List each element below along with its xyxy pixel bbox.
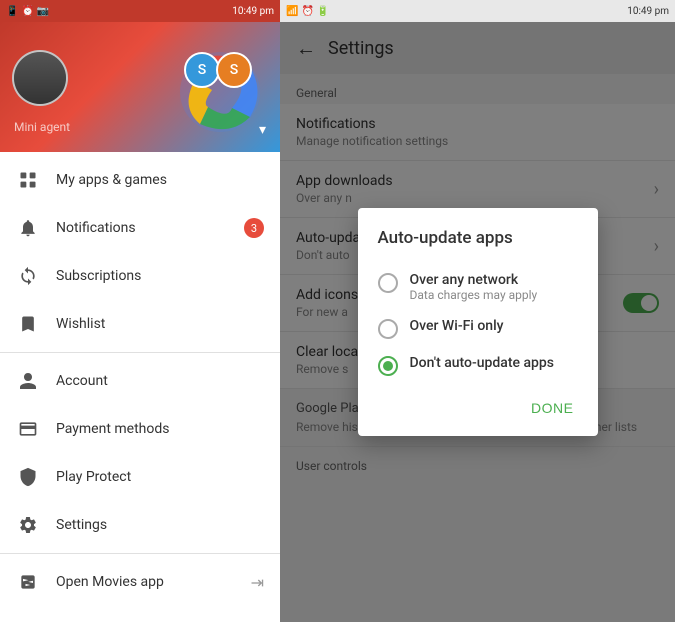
drawer-header: S S Mini agent ▾ (0, 22, 280, 152)
sidebar-item-payment[interactable]: Payment methods (0, 405, 280, 453)
sidebar-item-protect[interactable]: Play Protect (0, 453, 280, 501)
settings-label: Settings (56, 517, 264, 533)
wishlist-label: Wishlist (56, 316, 264, 332)
account-dropdown-arrow[interactable]: ▾ (259, 122, 266, 138)
subscriptions-label: Subscriptions (56, 268, 264, 284)
account-label: Account (56, 373, 264, 389)
user-name-label: Mini agent (14, 120, 70, 134)
done-button[interactable]: DONE (519, 392, 585, 424)
status-bar: 📱 ⏰ 📷 10:49 pm 📶 ⏰ 🔋 10:49 pm (0, 0, 675, 22)
notifications-label: Notifications (56, 220, 228, 236)
person-icon (16, 369, 40, 393)
account-icon-2[interactable]: S (216, 52, 252, 88)
sidebar-item-my-apps[interactable]: My apps & games (0, 156, 280, 204)
avatar (12, 50, 68, 106)
drawer-menu: My apps & games Notifications 3 Subscrip… (0, 152, 280, 622)
bell-icon (16, 216, 40, 240)
auto-update-dialog: Auto-update apps Over any network Data c… (358, 208, 598, 436)
movies-arrow-icon: ⇥ (251, 573, 264, 592)
refresh-icon (16, 264, 40, 288)
status-bar-right: 📶 ⏰ 🔋 10:49 pm (280, 0, 675, 22)
modal-title: Auto-update apps (358, 228, 598, 264)
bookmark-icon (16, 312, 40, 336)
account-icon-1[interactable]: S (184, 52, 220, 88)
film-icon (16, 570, 40, 594)
movies-label: Open Movies app (56, 574, 235, 590)
over-any-network-label: Over any network (410, 272, 578, 288)
settings-icon (16, 513, 40, 537)
over-wifi-label: Over Wi-Fi only (410, 318, 578, 334)
right-time: 10:49 pm (627, 6, 669, 17)
radio-over-wifi-indicator (378, 319, 398, 339)
radio-over-wifi-only[interactable]: Over Wi-Fi only (358, 310, 598, 347)
radio-dont-auto-update-indicator (378, 356, 398, 376)
modal-overlay[interactable]: Auto-update apps Over any network Data c… (280, 22, 675, 622)
divider-1 (0, 352, 280, 353)
radio-over-any-network[interactable]: Over any network Data charges may apply (358, 264, 598, 310)
sidebar-item-settings[interactable]: Settings (0, 501, 280, 549)
sidebar-item-notifications[interactable]: Notifications 3 (0, 204, 280, 252)
settings-panel: ← Settings General Notifications Manage … (280, 22, 675, 622)
my-apps-label: My apps & games (56, 172, 264, 188)
sidebar-item-account[interactable]: Account (0, 357, 280, 405)
sidebar-item-subscriptions[interactable]: Subscriptions (0, 252, 280, 300)
dont-auto-update-label: Don't auto-update apps (410, 355, 578, 371)
status-bar-left: 📱 ⏰ 📷 10:49 pm (0, 0, 280, 22)
protect-label: Play Protect (56, 469, 264, 485)
divider-2 (0, 553, 280, 554)
navigation-drawer: S S Mini agent ▾ My apps & games No (0, 22, 280, 622)
over-any-network-sublabel: Data charges may apply (410, 288, 578, 302)
radio-dont-auto-update[interactable]: Don't auto-update apps (358, 347, 598, 384)
shield-icon (16, 465, 40, 489)
grid-icon (16, 168, 40, 192)
sidebar-item-movies[interactable]: Open Movies app ⇥ (0, 558, 280, 606)
payment-label: Payment methods (56, 421, 264, 437)
credit-card-icon (16, 417, 40, 441)
left-status-icons: 📱 ⏰ 📷 (6, 6, 49, 17)
left-time: 10:49 pm (232, 6, 274, 17)
notifications-badge: 3 (244, 218, 264, 238)
modal-actions: DONE (358, 384, 598, 428)
sidebar-item-wishlist[interactable]: Wishlist (0, 300, 280, 348)
radio-over-any-network-indicator (378, 273, 398, 293)
right-status-icons: 📶 ⏰ 🔋 (286, 6, 329, 17)
